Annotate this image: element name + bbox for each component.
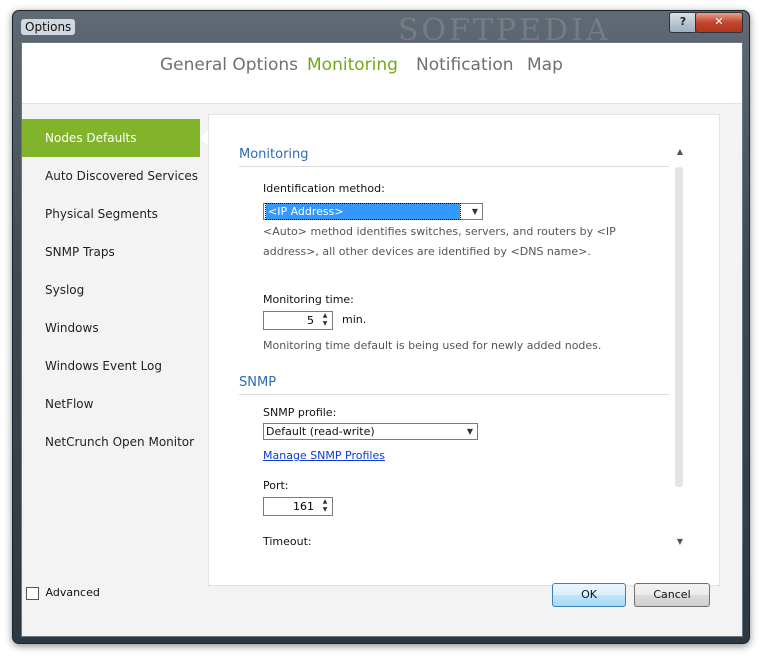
- chevron-down-icon: ▼: [471, 207, 478, 216]
- snmp-profile-label: SNMP profile:: [263, 406, 337, 419]
- sidebar-item-label: Windows Event Log: [45, 359, 163, 373]
- sidebar-item-auto-discovered-services[interactable]: Auto Discovered Services: [22, 157, 200, 195]
- port-label: Port:: [263, 479, 289, 492]
- sidebar-item-nodes-defaults[interactable]: Nodes Defaults: [22, 119, 212, 157]
- monitoring-time-value: 5: [307, 314, 314, 327]
- close-button[interactable]: ✕: [695, 12, 743, 33]
- identification-description-line1: <Auto> method identifies switches, serve…: [263, 225, 616, 238]
- section-divider: [239, 166, 669, 167]
- options-window: SOFTPEDIA Options ? ✕ General Options Mo…: [12, 10, 750, 644]
- monitoring-time-description: Monitoring time default is being used fo…: [263, 339, 602, 352]
- ok-button[interactable]: OK: [552, 583, 626, 607]
- title-bar[interactable]: SOFTPEDIA Options ? ✕: [13, 11, 749, 48]
- timeout-label: Timeout:: [263, 535, 312, 548]
- sidebar-item-label: SNMP Traps: [45, 245, 115, 259]
- tab-bar: General Options Monitoring Notification …: [22, 43, 742, 104]
- monitoring-time-stepper[interactable]: 5 ▲ ▼: [263, 311, 333, 330]
- tab-map[interactable]: Map: [527, 55, 563, 75]
- sidebar-item-label: NetCrunch Open Monitor: [45, 435, 195, 449]
- cancel-button[interactable]: Cancel: [634, 583, 710, 607]
- section-divider: [239, 394, 669, 395]
- sidebar-item-label: Windows: [45, 321, 99, 335]
- sidebar-item-label: Auto Discovered Services: [45, 169, 199, 183]
- identification-description-line2: address>, all other devices are identifi…: [263, 245, 591, 258]
- scroll-up-icon[interactable]: ▲: [673, 147, 687, 156]
- sidebar-item-label: Nodes Defaults: [45, 131, 137, 145]
- scroll-thumb[interactable]: [675, 167, 683, 487]
- monitoring-time-unit: min.: [342, 313, 367, 326]
- spin-arrows-icon[interactable]: ▲ ▼: [320, 498, 330, 515]
- window-title: Options: [21, 19, 76, 35]
- spin-arrows-icon[interactable]: ▲ ▼: [320, 312, 330, 329]
- section-title-snmp: SNMP: [239, 375, 277, 390]
- sidebar-item-physical-segments[interactable]: Physical Segments: [22, 195, 200, 233]
- monitoring-time-label: Monitoring time:: [263, 293, 354, 306]
- identification-method-value: <IP Address>: [265, 203, 461, 220]
- tab-notification[interactable]: Notification: [416, 55, 514, 75]
- snmp-profile-value: Default (read-write): [266, 425, 375, 438]
- sidebar-item-snmp-traps[interactable]: SNMP Traps: [22, 233, 200, 271]
- sidebar-item-syslog[interactable]: Syslog: [22, 271, 200, 309]
- snmp-profile-select[interactable]: Default (read-write) ▼: [263, 423, 478, 440]
- advanced-label: Advanced: [45, 586, 100, 599]
- identification-method-select[interactable]: <IP Address> ▼: [263, 203, 483, 220]
- tab-general-options[interactable]: General Options: [160, 55, 298, 75]
- section-title-monitoring: Monitoring: [239, 147, 309, 162]
- advanced-checkbox[interactable]: [26, 586, 39, 600]
- scroll-down-icon[interactable]: ▼: [673, 537, 687, 546]
- dialog-client-area: General Options Monitoring Notification …: [21, 42, 743, 637]
- advanced-option[interactable]: Advanced: [26, 586, 100, 600]
- sidebar-item-windows[interactable]: Windows: [22, 309, 200, 347]
- chevron-down-icon: ▼: [466, 427, 473, 436]
- panel-scrollbar[interactable]: ▲ ▼: [673, 147, 687, 551]
- manage-snmp-profiles-link[interactable]: Manage SNMP Profiles: [263, 449, 385, 462]
- sidebar-item-label: Syslog: [45, 283, 85, 297]
- port-stepper[interactable]: 161 ▲ ▼: [263, 497, 333, 516]
- tab-monitoring[interactable]: Monitoring: [307, 55, 398, 75]
- sidebar-item-windows-event-log[interactable]: Windows Event Log: [22, 347, 200, 385]
- settings-panel: Monitoring Identification method: <IP Ad…: [208, 114, 720, 586]
- sidebar-item-label: Physical Segments: [45, 207, 158, 221]
- sidebar-item-label: NetFlow: [45, 397, 94, 411]
- sidebar: Nodes Defaults Auto Discovered Services …: [22, 104, 212, 544]
- identification-method-label: Identification method:: [263, 182, 385, 195]
- sidebar-item-netflow[interactable]: NetFlow: [22, 385, 200, 423]
- sidebar-item-netcrunch-open-monitor[interactable]: NetCrunch Open Monitor: [22, 423, 200, 461]
- help-button[interactable]: ?: [669, 12, 697, 33]
- port-value: 161: [293, 500, 314, 513]
